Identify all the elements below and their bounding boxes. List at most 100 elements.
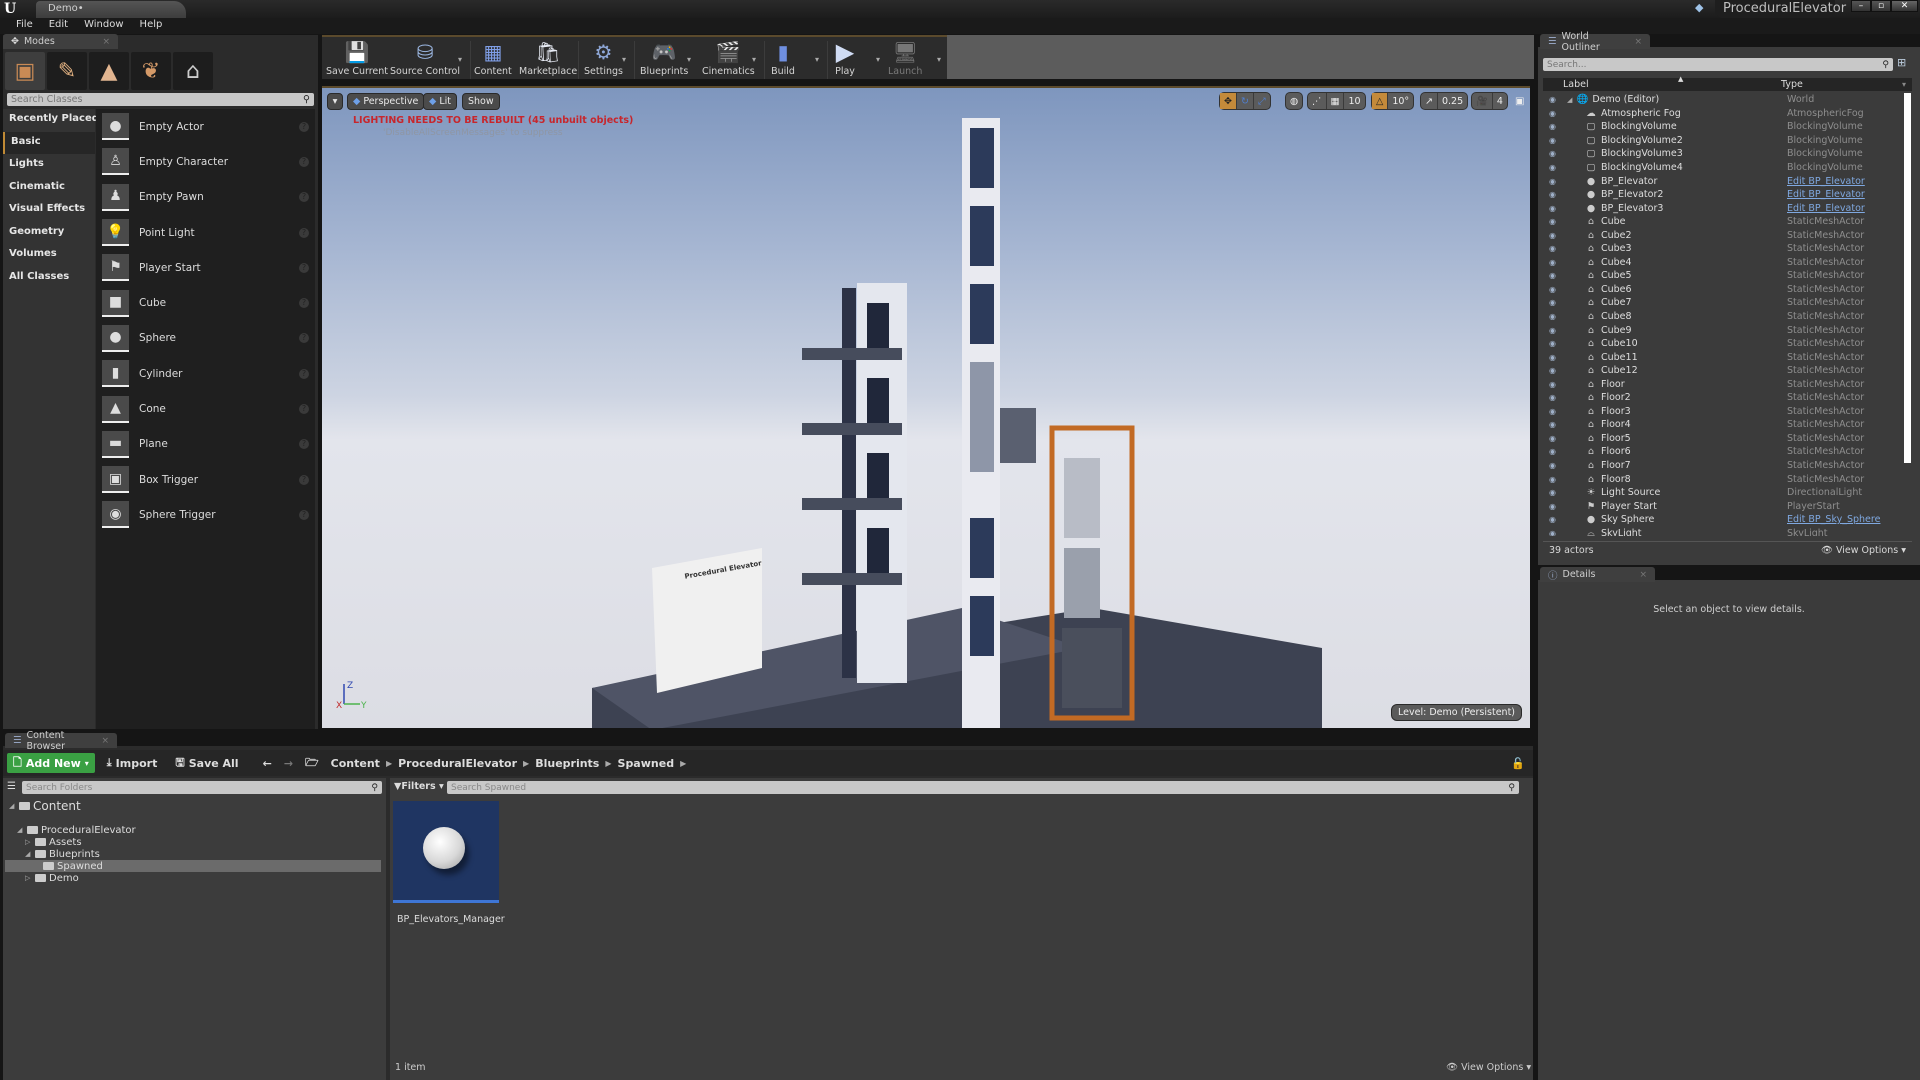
settings-button[interactable]: ⚙ Settings <box>584 40 623 80</box>
outliner-row[interactable]: ◉ ▢ BlockingVolume4 BlockingVolume <box>1543 161 1900 175</box>
outliner-view-options[interactable]: 👁 View Options ▾ <box>1821 545 1906 556</box>
visibility-eye-icon[interactable]: ◉ <box>1543 339 1563 348</box>
breadcrumb-separator[interactable]: ▶ <box>386 759 392 768</box>
menu-file[interactable]: File <box>8 18 41 34</box>
folder-proceduralelevator[interactable]: ◢ ProceduralElevator <box>5 824 381 836</box>
outliner-row[interactable]: ◉ ⌂ Floor5 StaticMeshActor <box>1543 432 1900 446</box>
outliner-row[interactable]: ◉ ☁ Atmospheric Fog AtmosphericFog <box>1543 107 1900 121</box>
details-tab[interactable]: ⓘ Details × <box>1540 567 1655 582</box>
visibility-eye-icon[interactable]: ◉ <box>1543 475 1563 484</box>
breadcrumb-proceduralelevator[interactable]: ProceduralElevator <box>398 757 517 770</box>
outliner-row[interactable]: ◉ ⌂ Cube StaticMeshActor <box>1543 215 1900 229</box>
outliner-row[interactable]: ◉ ● BP_Elevator Edit BP_Elevator <box>1543 174 1900 188</box>
play-dropdown[interactable]: ▾ <box>876 55 880 64</box>
visibility-eye-icon[interactable]: ◉ <box>1543 258 1563 267</box>
breadcrumb-content[interactable]: Content <box>331 757 380 770</box>
geometry-mode-icon[interactable]: ⌂ <box>173 52 213 90</box>
camera-speed-value[interactable]: 4 <box>1493 93 1507 109</box>
breadcrumb-spawned[interactable]: Spawned <box>618 757 675 770</box>
asset-tile[interactable] <box>393 801 499 903</box>
scale-snap-value[interactable]: 0.25 <box>1438 93 1467 109</box>
type-column-header[interactable]: Type <box>1781 79 1803 90</box>
menu-help[interactable]: Help <box>132 18 171 34</box>
category-geometry[interactable]: Geometry <box>3 222 95 245</box>
edit-blueprint-link[interactable]: Edit BP_Elevator <box>1787 176 1865 187</box>
outliner-row[interactable]: ◉ ◢ 🌐 Demo (Editor) World <box>1543 93 1900 107</box>
show-button[interactable]: Show <box>462 93 500 110</box>
help-icon[interactable]: ? <box>299 404 309 415</box>
scale-snap-icon[interactable]: ↗ <box>1421 93 1438 109</box>
class-item-cylinder[interactable]: ▮ Cylinder? <box>96 356 315 391</box>
collapse-sources-icon[interactable]: ☰ <box>7 781 16 792</box>
expand-arrow-icon[interactable]: ◢ <box>25 850 32 858</box>
visibility-eye-icon[interactable]: ◉ <box>1543 353 1563 362</box>
asset-name[interactable]: BP_Elevators_Manager <box>397 914 505 925</box>
class-item-box-trigger[interactable]: ▣ Box Trigger? <box>96 462 315 497</box>
class-item-cone[interactable]: ▲ Cone? <box>96 391 315 426</box>
rotate-icon[interactable]: ↻ <box>1237 93 1254 109</box>
help-icon[interactable]: ? <box>299 192 309 203</box>
marketplace-button[interactable]: 🛍 Marketplace <box>519 40 577 80</box>
play-button[interactable]: ▶ Play <box>832 38 858 80</box>
category-lights[interactable]: Lights <box>3 154 95 177</box>
visibility-eye-icon[interactable]: ◉ <box>1543 122 1563 131</box>
visibility-eye-icon[interactable]: ◉ <box>1543 380 1563 389</box>
source-control-button[interactable]: ⛁ Source Control <box>390 40 460 80</box>
help-icon[interactable]: ? <box>299 262 309 273</box>
visibility-eye-icon[interactable]: ◉ <box>1543 393 1563 402</box>
lock-icon[interactable]: 🔓 <box>1511 757 1525 770</box>
outliner-scrollbar[interactable] <box>1904 93 1911 463</box>
outliner-row[interactable]: ◉ ⌂ Floor3 StaticMeshActor <box>1543 405 1900 419</box>
visibility-eye-icon[interactable]: ◉ <box>1543 447 1563 456</box>
launch-button[interactable]: 🖥 Launch <box>888 40 922 80</box>
class-item-point-light[interactable]: 💡 Point Light? <box>96 215 315 250</box>
type-column-dropdown[interactable]: ▾ <box>1902 80 1912 89</box>
class-item-empty-character[interactable]: ♙ Empty Character? <box>96 144 315 179</box>
help-icon[interactable]: ? <box>299 439 309 450</box>
visibility-eye-icon[interactable]: ◉ <box>1543 298 1563 307</box>
modes-tab[interactable]: ✥ Modes × <box>3 34 118 49</box>
help-icon[interactable]: ? <box>299 368 309 379</box>
surface-snap-icon[interactable]: ⋰ <box>1308 93 1327 109</box>
viewport-options-dropdown[interactable]: ▾ <box>327 93 343 110</box>
help-icon[interactable]: ? <box>299 509 309 520</box>
landscape-mode-icon[interactable]: ▲ <box>89 52 129 90</box>
place-mode-icon[interactable]: ▣ <box>5 52 45 90</box>
rotation-snap-value[interactable]: 10° <box>1388 93 1413 109</box>
outliner-row[interactable]: ◉ ⌂ Floor8 StaticMeshActor <box>1543 472 1900 486</box>
history-back-button[interactable]: ← <box>257 753 278 773</box>
outliner-row[interactable]: ◉ ⌂ Cube3 StaticMeshActor <box>1543 242 1900 256</box>
visibility-eye-icon[interactable]: ◉ <box>1543 502 1563 511</box>
level-viewport[interactable]: Procedural Elevator ▾ ◆ Perspective ◆ Lit … <box>322 86 1530 728</box>
expand-arrow-icon[interactable]: ◢ <box>17 826 24 834</box>
visibility-eye-icon[interactable]: ◉ <box>1543 231 1563 240</box>
outliner-row[interactable]: ◉ ⌂ Cube9 StaticMeshActor <box>1543 323 1900 337</box>
visibility-eye-icon[interactable]: ◉ <box>1543 285 1563 294</box>
rotation-snap-icon[interactable]: △ <box>1372 93 1389 109</box>
outliner-row[interactable]: ◉ ▢ BlockingVolume BlockingVolume <box>1543 120 1900 134</box>
source-control-dropdown[interactable]: ▾ <box>458 55 462 64</box>
build-button[interactable]: ▮ Build <box>770 40 796 80</box>
visibility-eye-icon[interactable]: ◉ <box>1543 163 1563 172</box>
document-tab[interactable]: Demo• <box>36 1 186 18</box>
expand-arrow-icon[interactable]: ◢ <box>1567 96 1572 104</box>
search-assets-input[interactable]: Search Spawned ⚲ <box>447 781 1519 794</box>
help-icon[interactable]: ? <box>299 333 309 344</box>
class-item-sphere[interactable]: ● Sphere? <box>96 321 315 356</box>
breadcrumb-separator[interactable]: ▶ <box>523 759 529 768</box>
outliner-row[interactable]: ◉ ⌂ Cube11 StaticMeshActor <box>1543 350 1900 364</box>
outliner-row[interactable]: ◉ ▢ BlockingVolume3 BlockingVolume <box>1543 147 1900 161</box>
visibility-eye-icon[interactable]: ◉ <box>1543 149 1563 158</box>
category-visual-effects[interactable]: Visual Effects <box>3 199 95 222</box>
visibility-eye-icon[interactable]: ◉ <box>1543 190 1563 199</box>
outliner-row[interactable]: ◉ ● BP_Elevator3 Edit BP_Elevator <box>1543 201 1900 215</box>
visibility-eye-icon[interactable]: ◉ <box>1543 217 1563 226</box>
filters-button[interactable]: ▼Filters ▾ <box>394 781 444 794</box>
menu-window[interactable]: Window <box>76 18 131 34</box>
content-browser-tab[interactable]: ☰ Content Browser × <box>5 730 117 752</box>
outliner-row[interactable]: ◉ ⌂ Floor4 StaticMeshActor <box>1543 418 1900 432</box>
edit-blueprint-link[interactable]: Edit BP_Elevator <box>1787 203 1865 214</box>
content-button[interactable]: ▦ Content <box>474 40 512 80</box>
visibility-eye-icon[interactable]: ◉ <box>1543 109 1563 118</box>
visibility-eye-icon[interactable]: ◉ <box>1543 136 1563 145</box>
